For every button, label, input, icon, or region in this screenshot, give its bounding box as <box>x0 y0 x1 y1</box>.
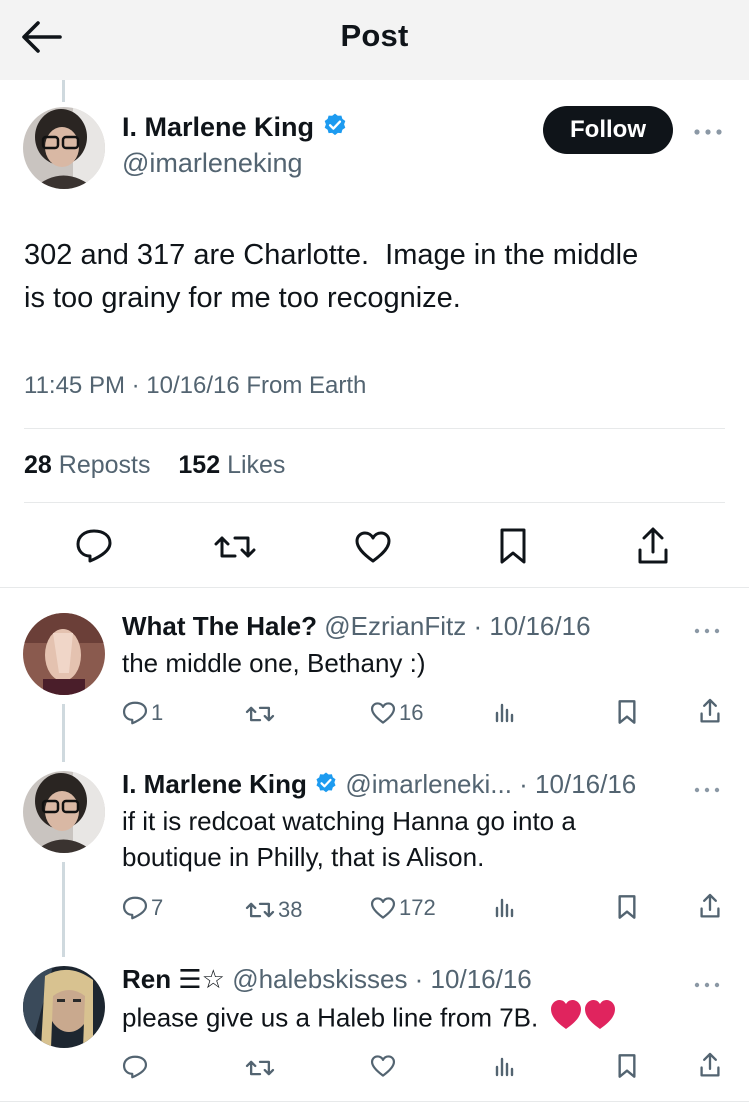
likes-label: Likes <box>227 451 286 479</box>
avatar[interactable] <box>23 613 105 695</box>
repost-icon <box>245 1060 275 1076</box>
reply-text: please give us a Haleb line from 7B. <box>122 1002 539 1033</box>
thread-line <box>62 862 65 957</box>
reply-author-name[interactable]: Ren ☰☆ <box>122 964 225 994</box>
reply-text: the middle one, Bethany :) <box>122 648 426 678</box>
share-icon[interactable] <box>699 698 724 724</box>
post-stats: 28 Reposts 152 Likes <box>24 451 285 480</box>
like-action[interactable]: 172 <box>370 895 436 921</box>
heart-icon <box>370 702 396 724</box>
like-count: 16 <box>399 700 424 725</box>
reply-count: 1 <box>151 700 164 725</box>
share-icon[interactable] <box>699 893 724 919</box>
author-name-row[interactable]: I. Marlene King <box>122 112 348 145</box>
repost-action[interactable] <box>245 1056 278 1080</box>
reply-author-name[interactable]: What The Hale? <box>122 611 317 641</box>
divider <box>0 587 749 588</box>
bookmark-icon[interactable] <box>617 699 640 725</box>
likes-count: 152 <box>178 451 221 479</box>
thread-line-top <box>62 80 65 102</box>
thread-line <box>62 704 65 762</box>
like-count: 172 <box>399 895 436 920</box>
divider <box>0 1101 749 1102</box>
bookmark-icon[interactable] <box>617 1053 640 1079</box>
views-icon[interactable] <box>494 1055 519 1077</box>
heart-icon <box>370 897 396 919</box>
top-bar: Post <box>0 0 749 80</box>
reply-icon[interactable] <box>75 528 113 564</box>
repost-action[interactable]: 38 <box>245 897 302 923</box>
like-action[interactable] <box>370 1054 399 1078</box>
verified-badge-icon <box>314 771 338 802</box>
more-dots-icon[interactable] <box>693 976 721 994</box>
more-dots-icon[interactable] <box>693 124 723 142</box>
views-icon[interactable] <box>494 896 519 918</box>
avatar[interactable] <box>23 771 105 853</box>
more-dots-icon[interactable] <box>693 781 721 799</box>
reposts-stat[interactable]: 28 Reposts <box>24 451 150 479</box>
reply-icon <box>122 1055 148 1079</box>
page-title: Post <box>340 18 409 53</box>
reply-icon <box>122 701 148 725</box>
repost-action[interactable] <box>245 702 278 726</box>
repost-icon[interactable] <box>213 530 257 564</box>
reposts-label: Reposts <box>58 451 151 479</box>
reply-action[interactable]: 1 <box>122 700 163 726</box>
reply-header: Ren ☰☆ @halebskisses · 10/16/16 <box>122 964 532 995</box>
post-text: 302 and 317 are Charlotte. Image in the … <box>24 239 639 314</box>
verified-badge-icon <box>322 112 348 145</box>
reply-header: I. Marlene King @imarleneki... · 10/16/1… <box>122 769 636 802</box>
reply-icon <box>122 896 148 920</box>
repost-count: 38 <box>278 897 303 922</box>
heart-icon[interactable] <box>354 530 392 564</box>
share-icon[interactable] <box>636 526 670 566</box>
reposts-count: 28 <box>24 451 52 479</box>
like-action[interactable]: 16 <box>370 700 423 726</box>
reply-action[interactable] <box>122 1054 151 1080</box>
reply-author-name[interactable]: I. Marlene King <box>122 769 307 799</box>
repost-icon <box>245 706 275 722</box>
post-meta: 11:45 PM · 10/16/16 From Earth <box>24 372 367 399</box>
author-handle[interactable]: @imarleneking <box>122 148 302 179</box>
more-dots-icon[interactable] <box>693 622 721 640</box>
reply-header: What The Hale? @EzrianFitz · 10/16/16 <box>122 611 591 642</box>
heart-emoji-icon <box>549 998 617 1041</box>
repost-icon <box>245 902 275 918</box>
author-name[interactable]: I. Marlene King <box>122 112 314 142</box>
reply-handle-date[interactable]: @halebskisses · 10/16/16 <box>232 964 532 994</box>
bookmark-icon[interactable] <box>617 894 640 920</box>
avatar[interactable] <box>23 107 105 189</box>
reply-text: if it is redcoat watching Hanna go into … <box>122 806 576 872</box>
reply-action[interactable]: 7 <box>122 895 163 921</box>
likes-stat[interactable]: 152 Likes <box>178 451 285 479</box>
reply-handle-date[interactable]: @EzrianFitz · 10/16/16 <box>324 611 590 641</box>
reply-handle-date[interactable]: @imarleneki... · 10/16/16 <box>345 769 636 799</box>
reply-count: 7 <box>151 895 164 920</box>
bookmark-icon[interactable] <box>498 527 528 565</box>
divider <box>24 502 725 503</box>
reply-text-row: please give us a Haleb line from 7B. <box>122 998 682 1041</box>
share-icon[interactable] <box>699 1052 724 1078</box>
views-icon[interactable] <box>494 701 519 723</box>
divider <box>24 428 725 429</box>
follow-button[interactable]: Follow <box>543 106 673 154</box>
avatar[interactable] <box>23 966 105 1048</box>
heart-icon <box>370 1055 396 1077</box>
